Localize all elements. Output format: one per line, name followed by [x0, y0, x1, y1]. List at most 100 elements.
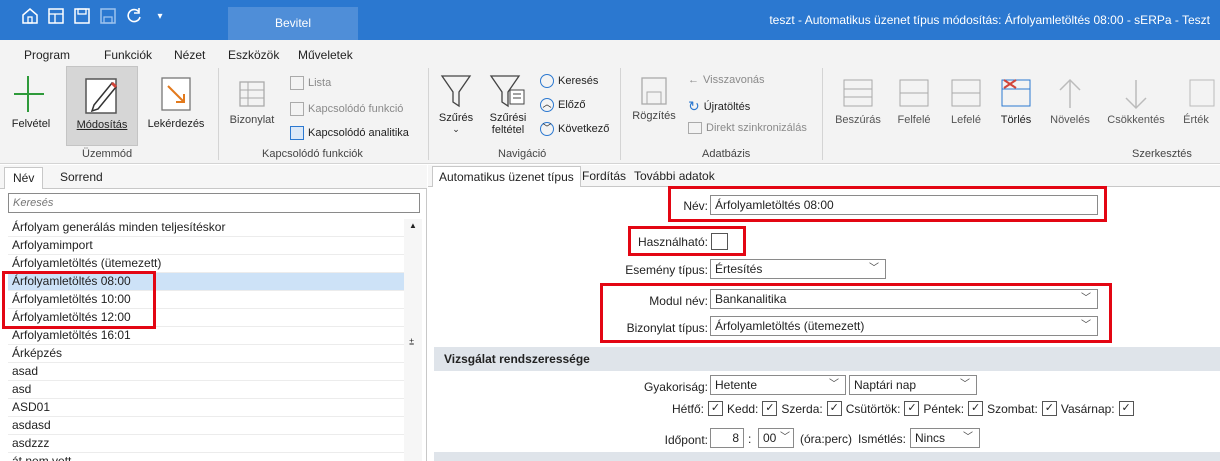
- menu-tab-view[interactable]: Nézet: [174, 48, 205, 62]
- frequency-label: Gyakoriság:: [643, 380, 708, 394]
- calendar-select[interactable]: Naptári nap ﹀: [849, 375, 977, 395]
- search-button[interactable]: Keresés: [540, 74, 598, 88]
- delete-button[interactable]: Törlés: [994, 74, 1038, 126]
- up-button[interactable]: Felfelé: [892, 74, 936, 126]
- filter-dropdown-icon: ⌄: [452, 124, 460, 134]
- save-as-icon[interactable]: [72, 6, 92, 26]
- sunday-checkbox[interactable]: ✓: [1118, 401, 1134, 416]
- event-type-select[interactable]: Értesítés ﹀: [710, 259, 886, 279]
- save-button-label: Rögzítés: [632, 110, 676, 122]
- qat-dropdown-icon[interactable]: ▾: [150, 6, 170, 26]
- query-button[interactable]: Lekérdezés: [144, 70, 208, 130]
- day-label-tuesday: Kedd:: [727, 401, 759, 416]
- highlight-box-module: [600, 283, 1112, 343]
- reload-button[interactable]: ↻ Újratöltés: [688, 98, 750, 115]
- previous-button[interactable]: ︿ Előző: [540, 98, 586, 112]
- repeat-select[interactable]: Nincs ﹀: [910, 428, 980, 448]
- right-panel: Automatikus üzenet típus Fordítás Tovább…: [428, 165, 1220, 461]
- delete-row-icon: [1001, 79, 1031, 107]
- list-scrollbar[interactable]: ▲ ⩲: [404, 219, 422, 461]
- highlight-box-usable: [628, 226, 746, 256]
- reload-label: Újratöltés: [703, 100, 751, 113]
- day-label-wednesday: Szerda:: [781, 401, 823, 416]
- arrow-up-icon: [1059, 78, 1081, 108]
- filter-condition-button[interactable]: Szűrési feltétel: [484, 72, 532, 136]
- chevron-down-icon: ﹀: [960, 379, 970, 390]
- navigation-group-label: Navigáció: [498, 148, 547, 160]
- list-item[interactable]: át nem vett: [8, 453, 404, 461]
- next-button[interactable]: ﹀ Következő: [540, 122, 609, 136]
- saturday-checkbox[interactable]: ✓: [1041, 401, 1057, 416]
- menu-tab-program[interactable]: Program: [24, 48, 70, 62]
- sync-icon: [688, 122, 702, 134]
- tab-translation[interactable]: Fordítás: [582, 169, 626, 183]
- repeat-label: Ismétlés:: [858, 432, 907, 446]
- search-input[interactable]: [8, 193, 420, 213]
- tab-order[interactable]: Sorrend: [60, 170, 103, 184]
- tuesday-checkbox[interactable]: ✓: [762, 401, 778, 416]
- friday-checkbox[interactable]: ✓: [968, 401, 984, 416]
- monday-checkbox[interactable]: ✓: [708, 401, 724, 416]
- layout-icon[interactable]: [46, 6, 66, 26]
- edit-group-label: Szerkesztés: [1132, 148, 1192, 160]
- hour-field[interactable]: 8: [710, 428, 744, 448]
- save-icon[interactable]: [98, 6, 118, 26]
- value-button[interactable]: Érték: [1172, 74, 1220, 126]
- context-tab-input[interactable]: Bevitel: [228, 7, 358, 40]
- day-label-friday: Péntek:: [923, 401, 965, 416]
- list-item[interactable]: asd: [8, 381, 404, 399]
- menu-tab-operations[interactable]: Műveletek: [298, 48, 353, 62]
- refresh-icon[interactable]: [124, 6, 144, 26]
- modify-button[interactable]: Módosítás: [66, 66, 138, 146]
- funnel-list-icon: [489, 75, 525, 108]
- document-button-label: Bizonylat: [229, 114, 275, 126]
- undo-button[interactable]: ← Visszavonás: [688, 74, 765, 86]
- next-label: Következő: [558, 123, 610, 135]
- search-icon: [540, 74, 554, 88]
- pencil-icon: [85, 78, 118, 114]
- list-item[interactable]: Arfolyamimport: [8, 237, 404, 255]
- new-button[interactable]: Felvétel: [8, 70, 54, 130]
- chevron-down-icon: ﹀: [869, 263, 879, 274]
- list-item[interactable]: Árképzés: [8, 345, 404, 363]
- list-item[interactable]: asdzzz: [8, 435, 404, 453]
- list-item[interactable]: ASD01: [8, 399, 404, 417]
- direct-sync-button[interactable]: Direkt szinkronizálás: [688, 122, 807, 134]
- thursday-checkbox[interactable]: ✓: [904, 401, 920, 416]
- down-button[interactable]: Lefelé: [944, 74, 988, 126]
- save-button[interactable]: Rögzítés: [628, 74, 680, 122]
- related-function-button[interactable]: Kapcsolódó funkció: [290, 102, 403, 116]
- ribbon: Felvétel Módosítás Lekérdezés Üzemmód Bi…: [0, 62, 1220, 164]
- increase-button[interactable]: Növelés: [1044, 74, 1096, 126]
- mode-group-label: Üzemmód: [82, 148, 133, 160]
- related-analytics-button[interactable]: Kapcsolódó analitika: [290, 126, 409, 140]
- frequency-select[interactable]: Hetente ﹀: [710, 375, 846, 395]
- query-arrow-icon: [161, 77, 191, 111]
- filter-button-label: Szűrés: [438, 112, 474, 124]
- event-type-value: Értesítés: [715, 262, 763, 276]
- minute-select[interactable]: 00 ﹀: [758, 428, 794, 448]
- tab-message-type[interactable]: Automatikus üzenet típus: [432, 166, 581, 187]
- menu-tab-functions[interactable]: Funkciók: [104, 48, 152, 62]
- tab-name[interactable]: Név: [4, 167, 44, 189]
- ribbon-separator: [822, 68, 823, 160]
- list-item[interactable]: Árfolyam generálás minden teljesítéskor: [8, 219, 404, 237]
- list-item[interactable]: asad: [8, 363, 404, 381]
- filter-button[interactable]: Szűrés ⌄: [436, 72, 476, 135]
- list-item[interactable]: Arfolyamletöltés 16:01: [8, 327, 404, 345]
- time-label: Időpont:: [664, 433, 708, 447]
- home-icon[interactable]: [20, 6, 40, 26]
- wednesday-checkbox[interactable]: ✓: [826, 401, 842, 416]
- modify-button-label: Módosítás: [76, 119, 128, 131]
- decrease-button[interactable]: Csökkentés: [1104, 74, 1168, 126]
- left-tabs: Név Sorrend: [0, 165, 427, 189]
- list-button[interactable]: Lista: [290, 76, 331, 90]
- list-item[interactable]: asdasd: [8, 417, 404, 435]
- ribbon-separator: [620, 68, 621, 160]
- scroll-up-icon[interactable]: ▲: [409, 221, 417, 230]
- increase-button-label: Növelés: [1050, 114, 1090, 126]
- tab-more-data[interactable]: További adatok: [634, 169, 715, 183]
- insert-button[interactable]: Beszúrás: [830, 74, 886, 126]
- document-button[interactable]: Bizonylat: [226, 74, 278, 126]
- move-up-icon: [899, 79, 929, 107]
